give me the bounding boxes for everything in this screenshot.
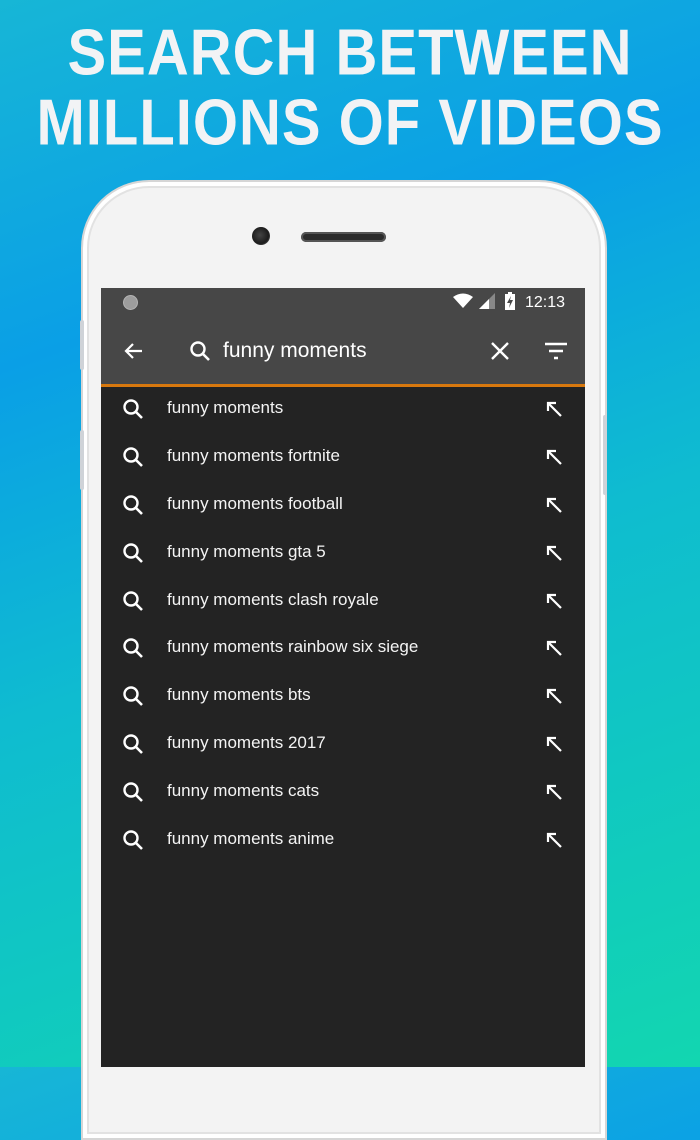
phone-side-button-right (603, 415, 607, 495)
fill-query-arrow-icon[interactable] (543, 590, 565, 612)
earpiece-speaker (301, 232, 386, 242)
filter-icon (545, 342, 567, 360)
search-icon (123, 830, 143, 850)
suggestion-text: funny moments rainbow six siege (167, 637, 419, 657)
search-input[interactable] (223, 336, 473, 366)
suggestion-list: funny moments funny moments fortnite fun… (101, 387, 585, 866)
search-icon (123, 495, 143, 515)
phone-screen: 12:13 funny moments funny moments fortni… (101, 288, 585, 1067)
fill-query-arrow-icon[interactable] (543, 685, 565, 707)
promo-headline-line-1: SEARCH BETWEEN (67, 16, 633, 89)
status-bar: 12:13 (101, 288, 585, 318)
search-icon (123, 590, 143, 611)
notification-dot-icon (123, 295, 138, 310)
search-icon (123, 638, 143, 659)
suggestion-text: funny moments bts (167, 685, 311, 705)
search-icon (123, 782, 143, 803)
suggestion-item[interactable]: funny moments 2017 (101, 722, 585, 770)
search-icon (123, 542, 143, 563)
suggestion-item[interactable]: funny moments (101, 387, 585, 435)
search-icon (123, 734, 143, 755)
suggestion-text: funny moments clash royale (167, 589, 379, 609)
suggestion-text: funny moments fortnite (167, 445, 340, 465)
phone-side-button-left-1 (80, 320, 84, 370)
suggestion-item[interactable]: funny moments anime (101, 818, 585, 866)
phone-side-button-left-2 (80, 430, 84, 490)
fill-query-arrow-icon[interactable] (543, 829, 565, 851)
cellular-signal-icon (478, 292, 495, 314)
suggestion-text: funny moments gta 5 (167, 541, 326, 561)
suggestion-text: funny moments anime (167, 829, 335, 849)
front-camera (252, 227, 270, 245)
suggestion-text: funny moments cats (167, 781, 320, 801)
fill-query-arrow-icon[interactable] (543, 542, 565, 564)
suggestion-text: funny moments (167, 398, 284, 417)
fill-query-arrow-icon[interactable] (543, 733, 565, 755)
suggestion-text: funny moments football (167, 493, 343, 513)
clear-search-button[interactable] (487, 338, 513, 364)
battery-charging-icon (504, 291, 515, 315)
search-icon (187, 338, 213, 364)
search-icon (123, 399, 143, 419)
arrow-back-icon (124, 343, 142, 359)
search-icon (123, 686, 143, 707)
close-icon (491, 342, 509, 360)
fill-query-arrow-icon[interactable] (543, 494, 565, 516)
suggestion-item[interactable]: funny moments bts (101, 674, 585, 722)
suggestion-item[interactable]: funny moments fortnite (101, 435, 585, 483)
status-time: 12:13 (524, 294, 565, 311)
fill-query-arrow-icon[interactable] (543, 446, 565, 468)
suggestion-item[interactable]: funny moments gta 5 (101, 531, 585, 579)
search-toolbar (101, 318, 585, 387)
suggestion-text: funny moments 2017 (167, 733, 326, 753)
back-button[interactable] (121, 338, 147, 364)
search-icon (123, 447, 143, 467)
suggestion-item[interactable]: funny moments rainbow six siege (101, 626, 585, 674)
suggestion-item[interactable]: funny moments football (101, 483, 585, 531)
promo-headline-line-2: MILLIONS OF VIDEOS (36, 86, 664, 159)
fill-query-arrow-icon[interactable] (543, 781, 565, 803)
status-icons: 12:13 (452, 291, 565, 315)
wifi-icon (452, 293, 473, 314)
suggestion-item[interactable]: funny moments clash royale (101, 579, 585, 627)
suggestion-item[interactable]: funny moments cats (101, 770, 585, 818)
fill-query-arrow-icon[interactable] (543, 398, 565, 420)
filter-button[interactable] (543, 338, 569, 364)
fill-query-arrow-icon[interactable] (543, 637, 565, 659)
